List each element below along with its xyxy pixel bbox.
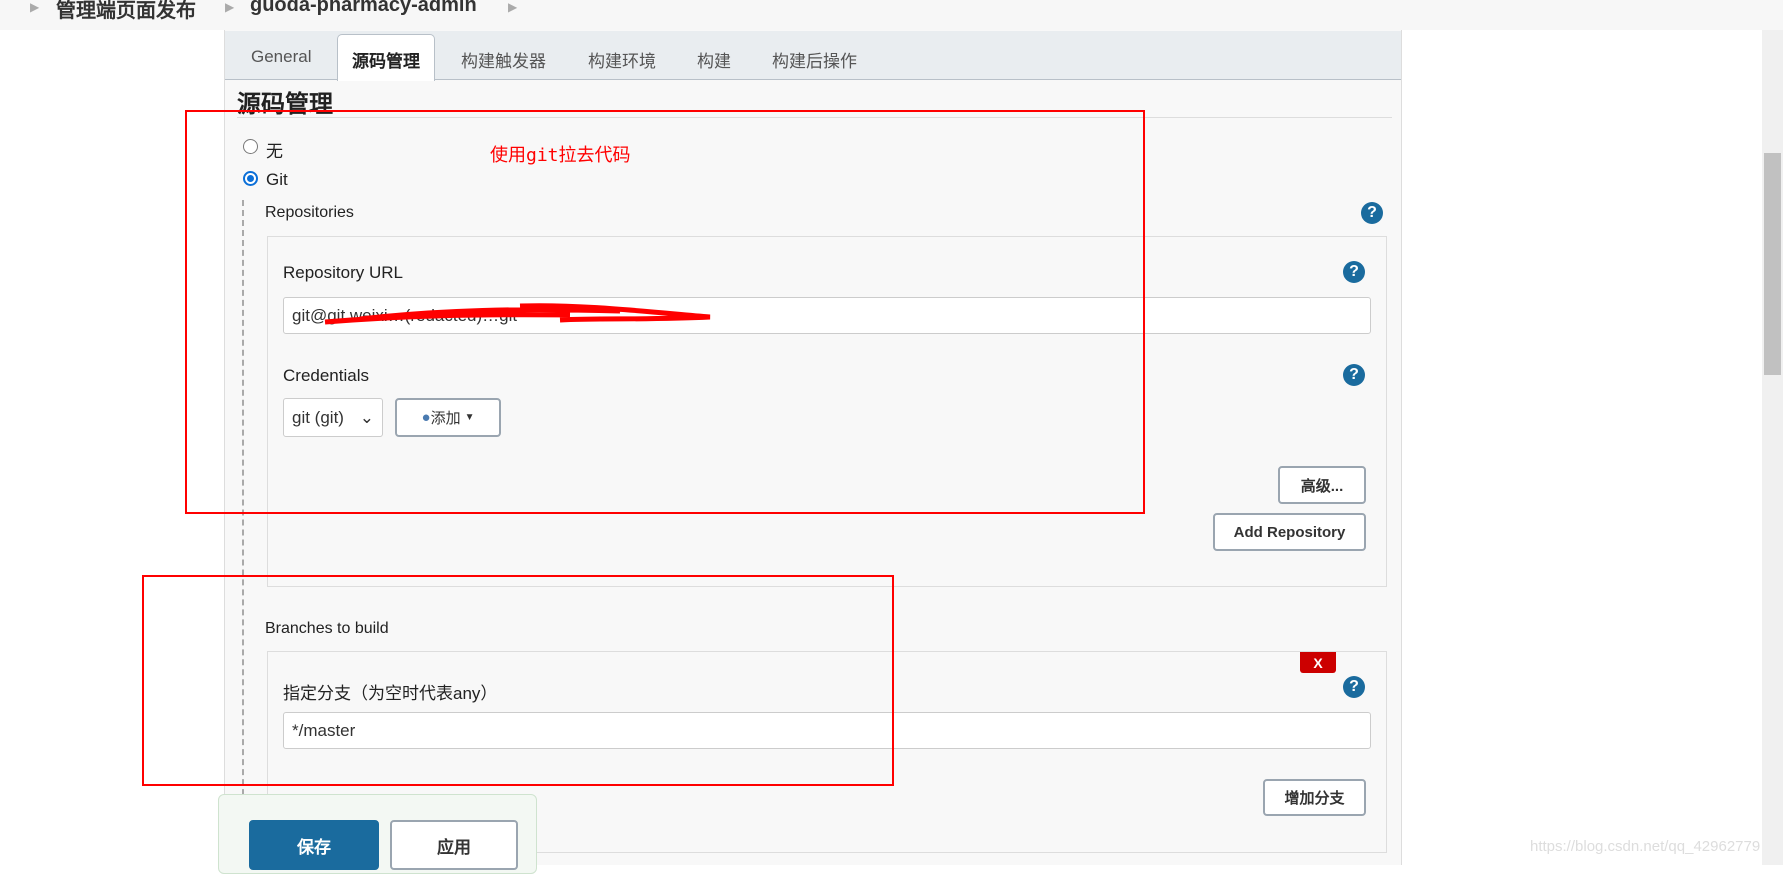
breadcrumb-item-job[interactable]: guoda-pharmacy-admin xyxy=(250,0,477,17)
tab-scm[interactable]: 源码管理 xyxy=(337,34,435,81)
add-branch-button[interactable]: 增加分支 xyxy=(1263,779,1366,816)
advanced-button[interactable]: 高级... xyxy=(1278,466,1366,504)
watermark: https://blog.csdn.net/qq_42962779 xyxy=(1530,838,1761,855)
help-icon[interactable]: ? xyxy=(1343,364,1365,386)
breadcrumb-separator-icon: ▶ xyxy=(30,0,40,14)
help-icon[interactable]: ? xyxy=(1343,261,1365,283)
tab-environment[interactable]: 构建环境 xyxy=(588,47,656,72)
annotation-box-branches xyxy=(142,575,894,786)
tab-post-build[interactable]: 构建后操作 xyxy=(772,47,857,72)
breadcrumb-separator-icon: ▶ xyxy=(508,0,518,14)
help-icon[interactable]: ? xyxy=(1361,202,1383,224)
annotation-box-scm xyxy=(185,110,1145,514)
breadcrumb-item-project-group[interactable]: 管理端页面发布 xyxy=(56,0,196,23)
apply-button[interactable]: 应用 xyxy=(390,820,518,870)
scrollbar-thumb[interactable] xyxy=(1764,153,1781,375)
add-repository-button[interactable]: Add Repository xyxy=(1213,513,1366,551)
tab-general[interactable]: General xyxy=(251,47,311,67)
tab-triggers[interactable]: 构建触发器 xyxy=(461,47,546,72)
tab-build[interactable]: 构建 xyxy=(697,47,731,72)
save-button[interactable]: 保存 xyxy=(249,820,379,870)
delete-branch-button[interactable]: X xyxy=(1300,652,1336,673)
help-icon[interactable]: ? xyxy=(1343,676,1365,698)
breadcrumb-separator-icon: ▶ xyxy=(225,0,235,14)
